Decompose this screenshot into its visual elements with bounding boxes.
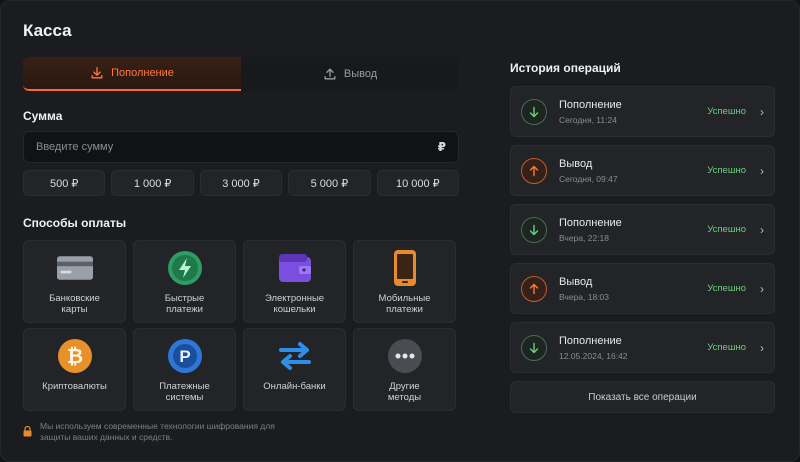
method-label: Быстрые платежи — [164, 293, 205, 315]
operation-date: Вчера, 18:03 — [559, 291, 609, 302]
bank-card-icon — [56, 250, 93, 286]
chevron-right-icon: › — [760, 104, 764, 119]
status-badge: Успешно — [707, 165, 746, 176]
method-crypto[interactable]: ₿ Криптовалюты — [23, 328, 126, 411]
svg-text:₿: ₿ — [66, 346, 82, 368]
method-fast-payments[interactable]: Быстрые платежи — [133, 240, 236, 323]
method-label: Криптовалюты — [42, 381, 107, 392]
transfer-arrows-icon — [277, 338, 313, 374]
preset-3000[interactable]: 3 000 ₽ — [199, 170, 283, 196]
method-online-banks[interactable]: Онлайн-банки — [243, 328, 346, 411]
history-item[interactable]: Вывод Сегодня, 09:47 Успешно › — [510, 145, 775, 196]
chevron-right-icon: › — [760, 340, 764, 355]
method-mobile-payments[interactable]: Мобильные платежи — [353, 240, 456, 323]
page-title: Касса — [23, 21, 72, 40]
chevron-right-icon: › — [760, 222, 764, 237]
method-label: Онлайн-банки — [263, 381, 326, 392]
payment-system-icon: P — [167, 338, 203, 374]
lightning-icon — [167, 250, 203, 286]
more-icon — [387, 338, 423, 374]
operation-name: Вывод — [559, 275, 593, 288]
operation-date: Сегодня, 09:47 — [559, 173, 618, 184]
security-note: Мы используем современные технологии шиф… — [23, 421, 300, 443]
amount-presets: 500 ₽ 1 000 ₽ 3 000 ₽ 5 000 ₽ 10 000 ₽ — [23, 170, 460, 196]
lock-icon — [23, 426, 32, 437]
chevron-right-icon: › — [760, 163, 764, 178]
download-icon — [91, 67, 103, 79]
operation-date: Сегодня, 11:24 — [559, 114, 617, 125]
history-item[interactable]: Вывод Вчера, 18:03 Успешно › — [510, 263, 775, 314]
history-item[interactable]: Пополнение Сегодня, 11:24 Успешно › — [510, 86, 775, 137]
status-badge: Успешно — [707, 342, 746, 353]
svg-text:P: P — [179, 347, 190, 366]
tab-deposit-label: Пополнение — [111, 67, 174, 79]
status-badge: Успешно — [707, 106, 746, 117]
operation-name: Пополнение — [559, 216, 622, 229]
method-other[interactable]: Другие методы — [353, 328, 456, 411]
amount-field: ₽ — [23, 131, 459, 163]
deposit-arrow-icon — [521, 334, 547, 361]
operation-date: Вчера, 22:18 — [559, 232, 609, 243]
currency-symbol: ₽ — [437, 140, 446, 154]
method-label: Платежные системы — [159, 381, 210, 403]
payment-methods-label: Способы оплаты — [23, 216, 127, 230]
method-label: Другие методы — [387, 381, 422, 403]
status-badge: Успешно — [707, 283, 746, 294]
tab-deposit[interactable]: Пополнение — [23, 57, 241, 91]
preset-500[interactable]: 500 ₽ — [23, 170, 106, 196]
deposit-arrow-icon — [521, 98, 547, 125]
status-badge: Успешно — [707, 224, 746, 235]
withdraw-arrow-icon — [521, 275, 547, 302]
amount-input[interactable] — [36, 141, 438, 153]
preset-5000[interactable]: 5 000 ₽ — [288, 170, 371, 196]
operation-name: Пополнение — [559, 334, 622, 347]
mobile-phone-icon — [387, 250, 423, 286]
show-all-operations-button[interactable]: Показать все операции — [510, 381, 775, 413]
method-label: Банковские карты — [49, 293, 100, 315]
preset-10000[interactable]: 10 000 ₽ — [376, 170, 460, 196]
amount-label: Сумма — [23, 109, 63, 123]
tab-withdraw-label: Вывод — [343, 68, 378, 80]
cashier-window: Касса Пополнение Вывод Сумма ₽ 500 ₽ 1 0… — [0, 0, 800, 462]
chevron-right-icon: › — [760, 281, 764, 296]
preset-1000[interactable]: 1 000 ₽ — [111, 170, 194, 196]
tab-bar: Пополнение Вывод — [23, 57, 459, 91]
method-label: Мобильные платежи — [378, 293, 431, 315]
wallet-icon — [277, 250, 313, 286]
tab-withdraw[interactable]: Вывод — [241, 57, 459, 91]
method-label: Электронные кошельки — [264, 293, 325, 315]
method-bank-cards[interactable]: Банковские карты — [23, 240, 126, 323]
payment-methods-grid: Банковские карты Быстрые платежи Электро… — [23, 240, 456, 411]
history-item[interactable]: Пополнение Вчера, 22:18 Успешно › — [510, 204, 775, 255]
bitcoin-icon: ₿ — [57, 338, 93, 374]
security-text: Мы используем современные технологии шиф… — [40, 421, 275, 442]
operation-name: Вывод — [559, 157, 593, 170]
history-title: История операций — [510, 61, 621, 75]
deposit-arrow-icon — [521, 216, 547, 243]
operation-name: Пополнение — [559, 98, 622, 111]
operation-date: 12.05.2024, 16:42 — [559, 350, 628, 361]
method-e-wallets[interactable]: Электронные кошельки — [243, 240, 346, 323]
withdraw-arrow-icon — [521, 157, 547, 184]
history-list: Пополнение Сегодня, 11:24 Успешно › Выво… — [510, 86, 775, 413]
history-item[interactable]: Пополнение 12.05.2024, 16:42 Успешно › — [510, 322, 775, 373]
upload-icon — [324, 68, 336, 80]
method-payment-systems[interactable]: P Платежные системы — [133, 328, 236, 411]
